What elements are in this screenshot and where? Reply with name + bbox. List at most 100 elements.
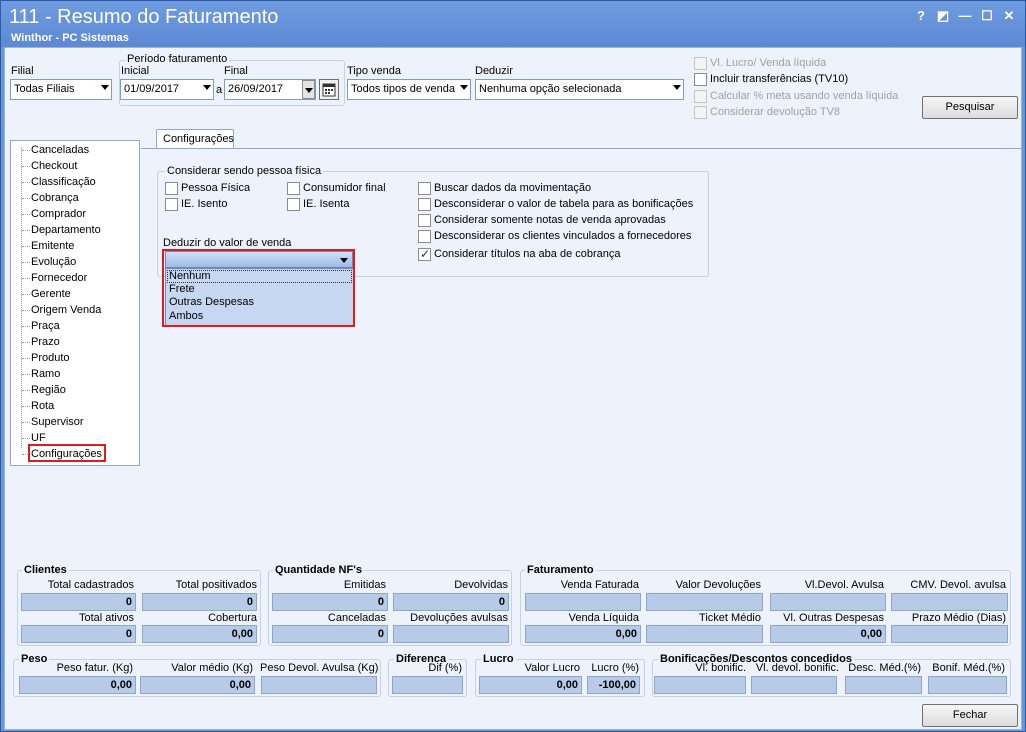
tipo-venda-select[interactable]: Todos tipos de venda [347,79,471,100]
tree-branch [22,246,30,247]
tree-item-departamento[interactable]: Departamento [31,224,101,236]
vl-bonific-label: Vl. bonific. [695,662,746,674]
tree-item-ramo[interactable]: Ramo [31,368,60,380]
consumidor-final-checkbox[interactable] [287,182,300,195]
vl-devol-avulsa-value [770,593,886,611]
ie-isento-label: IE. Isento [181,198,228,210]
tree-branch [22,390,30,391]
tree-item-praca[interactable]: Praça [31,320,60,332]
tree-item-classificacao[interactable]: Classificação [31,176,96,188]
desc-med-value [845,676,922,694]
pessoa-fisica-label: Pessoa Física [181,182,251,194]
faturamento-title: Faturamento [525,564,596,576]
window-title: 111 - Resumo do Faturamento [9,6,279,28]
final-label: Final [224,65,248,77]
final-date-value: 26/09/2017 [228,83,284,95]
tree-item-comprador[interactable]: Comprador [31,208,86,220]
pesquisar-button[interactable]: Pesquisar [922,96,1018,119]
buscar-movimentacao-label: Buscar dados da movimentação [434,182,592,194]
ie-isento-checkbox[interactable] [165,198,178,211]
tree-item-gerente[interactable]: Gerente [31,288,71,300]
deduzir-label: Deduzir [475,65,513,77]
tree-item-rota[interactable]: Rota [31,400,54,412]
lucro-percent-value: -100,00 [587,676,640,694]
tree-connector [21,148,22,448]
window-subtitle: Winthor - PC Sistemas [11,32,129,44]
inicial-date-value: 01/09/2017 [124,83,180,95]
restore-layout-icon[interactable]: ◩ [935,9,951,23]
pessoa-group-label: Considerar sendo pessoa física [165,165,324,177]
incluir-transferencias-checkbox[interactable] [694,73,707,86]
cmv-devol-avulsa-label: CMV. Devol. avulsa [910,579,1006,591]
vl-bonific-value [654,676,746,694]
devolvidas-value: 0 [393,593,509,611]
canceladas-label: Canceladas [327,612,386,624]
tree-item-supervisor[interactable]: Supervisor [31,416,84,428]
titulos-cobranca-checkbox[interactable] [418,247,431,261]
devolucoes-avulsas-value [393,625,509,643]
tree-branch [22,342,30,343]
desconsiderar-tabela-checkbox[interactable] [418,198,431,211]
highlight-box [162,249,355,327]
tree-item-fornecedor[interactable]: Fornecedor [31,272,87,284]
chevron-down-icon [673,85,681,90]
total-cadastrados-value: 0 [21,593,136,611]
vl-lucro-label: Vl. Lucro/ Venda líquida [710,57,827,69]
venda-faturada-value [525,593,641,611]
tree-item-cobranca[interactable]: Cobrança [31,192,79,204]
tree-branch [22,326,30,327]
category-tree[interactable]: Canceladas Checkout Classificação Cobran… [10,140,140,466]
minimize-icon[interactable]: — [957,9,973,23]
help-icon[interactable]: ? [913,9,929,23]
cmv-devol-avulsa-value [891,593,1008,611]
deduzir-venda-label: Deduzir do valor de venda [163,237,292,249]
maximize-icon[interactable]: ☐ [979,9,995,23]
deduzir-value: Nenhuma opção selecionada [479,83,622,95]
tree-item-evolucao[interactable]: Evolução [31,256,76,268]
considerar-devolucao-checkbox[interactable] [694,106,707,119]
pessoa-fisica-checkbox[interactable] [165,182,178,195]
vl-lucro-checkbox[interactable] [694,57,707,70]
tree-item-regiao[interactable]: Região [31,384,66,396]
clientes-fornecedores-checkbox[interactable] [418,230,431,243]
close-icon[interactable]: ✕ [1001,9,1017,23]
tree-item-uf[interactable]: UF [31,432,46,444]
peso-devol-avulsa-value [261,676,377,694]
tree-item-checkout[interactable]: Checkout [31,160,77,172]
tree-item-produto[interactable]: Produto [31,352,70,364]
app-window: 111 - Resumo do Faturamento Winthor - PC… [0,0,1026,732]
tree-item-canceladas[interactable]: Canceladas [31,144,89,156]
tree-branch [22,166,30,167]
fechar-button[interactable]: Fechar [922,704,1018,727]
tree-item-emitente[interactable]: Emitente [31,240,74,252]
chevron-down-icon [460,85,468,90]
considerar-devolucao-label: Considerar devolução TV8 [710,106,841,118]
calcular-meta-label: Calcular % meta usando venda líquida [710,90,899,102]
tree-branch [22,406,30,407]
filial-select[interactable]: Todas Filiais [10,79,112,100]
prazo-medio-label: Prazo Médio (Dias) [911,612,1006,624]
chevron-down-icon [203,85,211,90]
inicial-label: Inicial [121,65,150,77]
notas-aprovadas-label: Considerar somente notas de venda aprova… [434,214,666,226]
deduzir-select[interactable]: Nenhuma opção selecionada [475,79,684,100]
peso-devol-avulsa-label: Peso Devol. Avulsa (Kg) [260,662,379,674]
tree-item-origem-venda[interactable]: Origem Venda [31,304,101,316]
ie-isenta-checkbox[interactable] [287,198,300,211]
chevron-down-icon [305,88,313,93]
tree-item-prazo[interactable]: Prazo [31,336,60,348]
calcular-meta-checkbox[interactable] [694,90,707,103]
total-ativos-value: 0 [21,625,136,643]
periodo-label: Período faturamento [125,53,230,65]
final-date-dropdown[interactable] [302,80,315,99]
calendar-icon[interactable] [319,79,339,100]
vl-devol-bonific-label: Vl. devol. bonific. [755,662,839,674]
tree-branch [22,214,30,215]
inicial-date-input[interactable]: 01/09/2017 [120,79,214,100]
tree-branch [22,438,30,439]
buscar-movimentacao-checkbox[interactable] [418,182,431,195]
devolucoes-avulsas-label: Devoluções avulsas [410,612,508,624]
tab-configuracoes[interactable]: Configurações [156,129,234,149]
notas-aprovadas-checkbox[interactable] [418,214,431,227]
client-area: Filial Todas Filiais Período faturamento… [4,47,1023,730]
